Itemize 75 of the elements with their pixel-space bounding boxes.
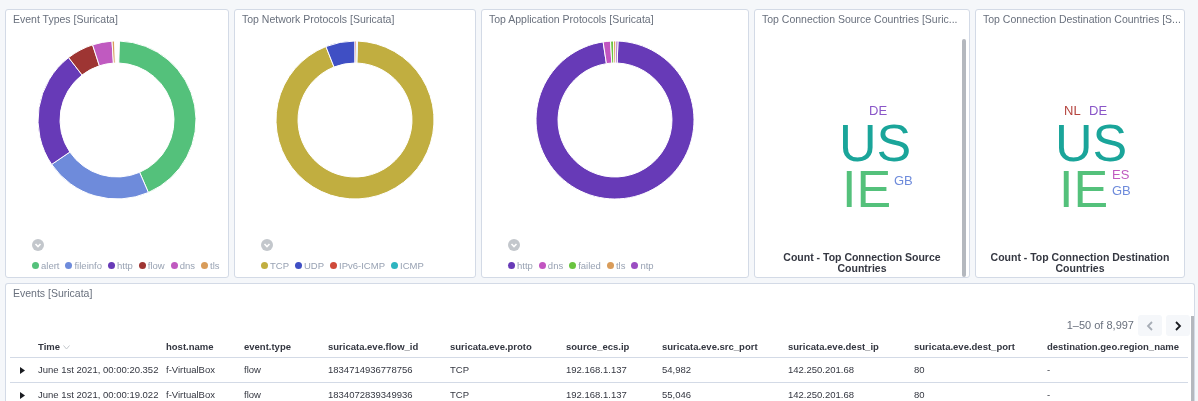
panel-title: Top Connection Destination Countries [S...: [982, 12, 1182, 27]
cloud-word[interactable]: ES: [1112, 168, 1130, 181]
table-cell: -: [1043, 357, 1188, 383]
table-cell: June 1st 2021, 00:00:20.352: [34, 357, 162, 383]
table-cell: 142.250.201.68: [784, 382, 910, 401]
cloud-word[interactable]: GB: [1112, 184, 1131, 197]
legend-label[interactable]: failed: [578, 258, 601, 273]
cloud-word[interactable]: DE: [1089, 104, 1108, 117]
chevron-right-icon: [1173, 319, 1183, 332]
scrollbar[interactable]: [962, 39, 966, 277]
table-cell: TCP: [446, 382, 562, 401]
chart-caption: Count - Top Connection Source Countries: [782, 251, 942, 277]
cloud-word[interactable]: US: [839, 123, 912, 164]
expand-icon[interactable]: [20, 392, 25, 399]
table-cell: 1834072839349936: [324, 382, 446, 401]
table-cell: f-VirtualBox: [162, 382, 240, 401]
column-header[interactable]: suricata.eve.proto: [446, 337, 562, 358]
legend-toggle-icon[interactable]: [261, 238, 273, 251]
column-header[interactable]: suricata.eve.flow_id: [324, 337, 446, 358]
legend-label[interactable]: dns: [179, 258, 196, 273]
cloud-word[interactable]: IE: [1059, 169, 1109, 210]
column-header[interactable]: source_ecs.ip: [562, 337, 658, 358]
table-cell: 55,046: [658, 382, 784, 401]
legend-label[interactable]: dns: [547, 258, 564, 273]
table-cell: flow: [240, 382, 324, 401]
scrollbar[interactable]: [1191, 316, 1194, 401]
chevron-left-icon: [1145, 319, 1155, 332]
legend-label[interactable]: flow: [147, 258, 165, 273]
panel-title: Top Network Protocols [Suricata]: [241, 12, 396, 27]
panel-title: Event Types [Suricata]: [12, 12, 119, 27]
table-cell: f-VirtualBox: [162, 357, 240, 383]
legend-toggle-icon[interactable]: [508, 238, 520, 251]
table-cell: 192.168.1.137: [562, 382, 658, 401]
column-header[interactable]: event.type: [240, 337, 324, 358]
panel-title: Events [Suricata]: [12, 286, 94, 301]
cloud-word[interactable]: DE: [869, 104, 888, 117]
column-header[interactable]: suricata.eve.dest_ip: [784, 337, 910, 358]
legend-label[interactable]: IPv6-ICMP: [339, 258, 385, 273]
cloud-word[interactable]: IE: [842, 169, 892, 210]
legend-label[interactable]: tls: [210, 258, 220, 273]
cloud-word[interactable]: US: [1055, 123, 1128, 164]
legend-toggle-icon[interactable]: [32, 238, 44, 251]
legend-label[interactable]: TCP: [270, 258, 289, 273]
table-cell: 80: [910, 382, 1043, 401]
column-header[interactable]: host.name: [162, 337, 240, 358]
table-cell: 54,982: [658, 357, 784, 383]
table-cell: 142.250.201.68: [784, 357, 910, 383]
column-header[interactable]: suricata.eve.dest_port: [910, 337, 1043, 358]
column-header[interactable]: destination.geo.region_name: [1043, 337, 1188, 358]
expand-icon[interactable]: [20, 367, 25, 374]
table-cell: -: [1043, 382, 1188, 401]
table-cell: 1834714936778756: [324, 357, 446, 383]
panel-title: Top Connection Source Countries [Suric...: [761, 12, 959, 27]
chart-caption: Count - Top Connection Destination Countries: [989, 251, 1171, 277]
legend-label[interactable]: ntp: [640, 258, 654, 273]
legend-label[interactable]: UDP: [304, 258, 325, 273]
legend-label[interactable]: tls: [615, 258, 626, 273]
column-header[interactable]: suricata.eve.src_port: [658, 337, 784, 358]
table-cell: TCP: [446, 357, 562, 383]
cloud-word[interactable]: GB: [894, 174, 913, 187]
table-cell: June 1st 2021, 00:00:19.022: [34, 382, 162, 401]
pagination-text: 1–50 of 8,997: [1066, 318, 1134, 334]
panel-title: Top Application Protocols [Suricata]: [488, 12, 655, 27]
legend-label[interactable]: http: [116, 258, 133, 273]
legend-label[interactable]: alert: [41, 258, 60, 273]
table-cell: 192.168.1.137: [562, 357, 658, 383]
legend-label[interactable]: ICMP: [400, 258, 424, 273]
legend-label[interactable]: http: [517, 258, 533, 273]
table-cell: 80: [910, 357, 1043, 383]
column-header[interactable]: Time: [34, 337, 162, 358]
table-cell: flow: [240, 357, 324, 383]
next-page-button[interactable]: [1166, 315, 1190, 336]
legend-label[interactable]: fileinfo: [74, 258, 102, 273]
cloud-word[interactable]: NL: [1064, 104, 1081, 117]
sort-icon[interactable]: [63, 345, 70, 350]
